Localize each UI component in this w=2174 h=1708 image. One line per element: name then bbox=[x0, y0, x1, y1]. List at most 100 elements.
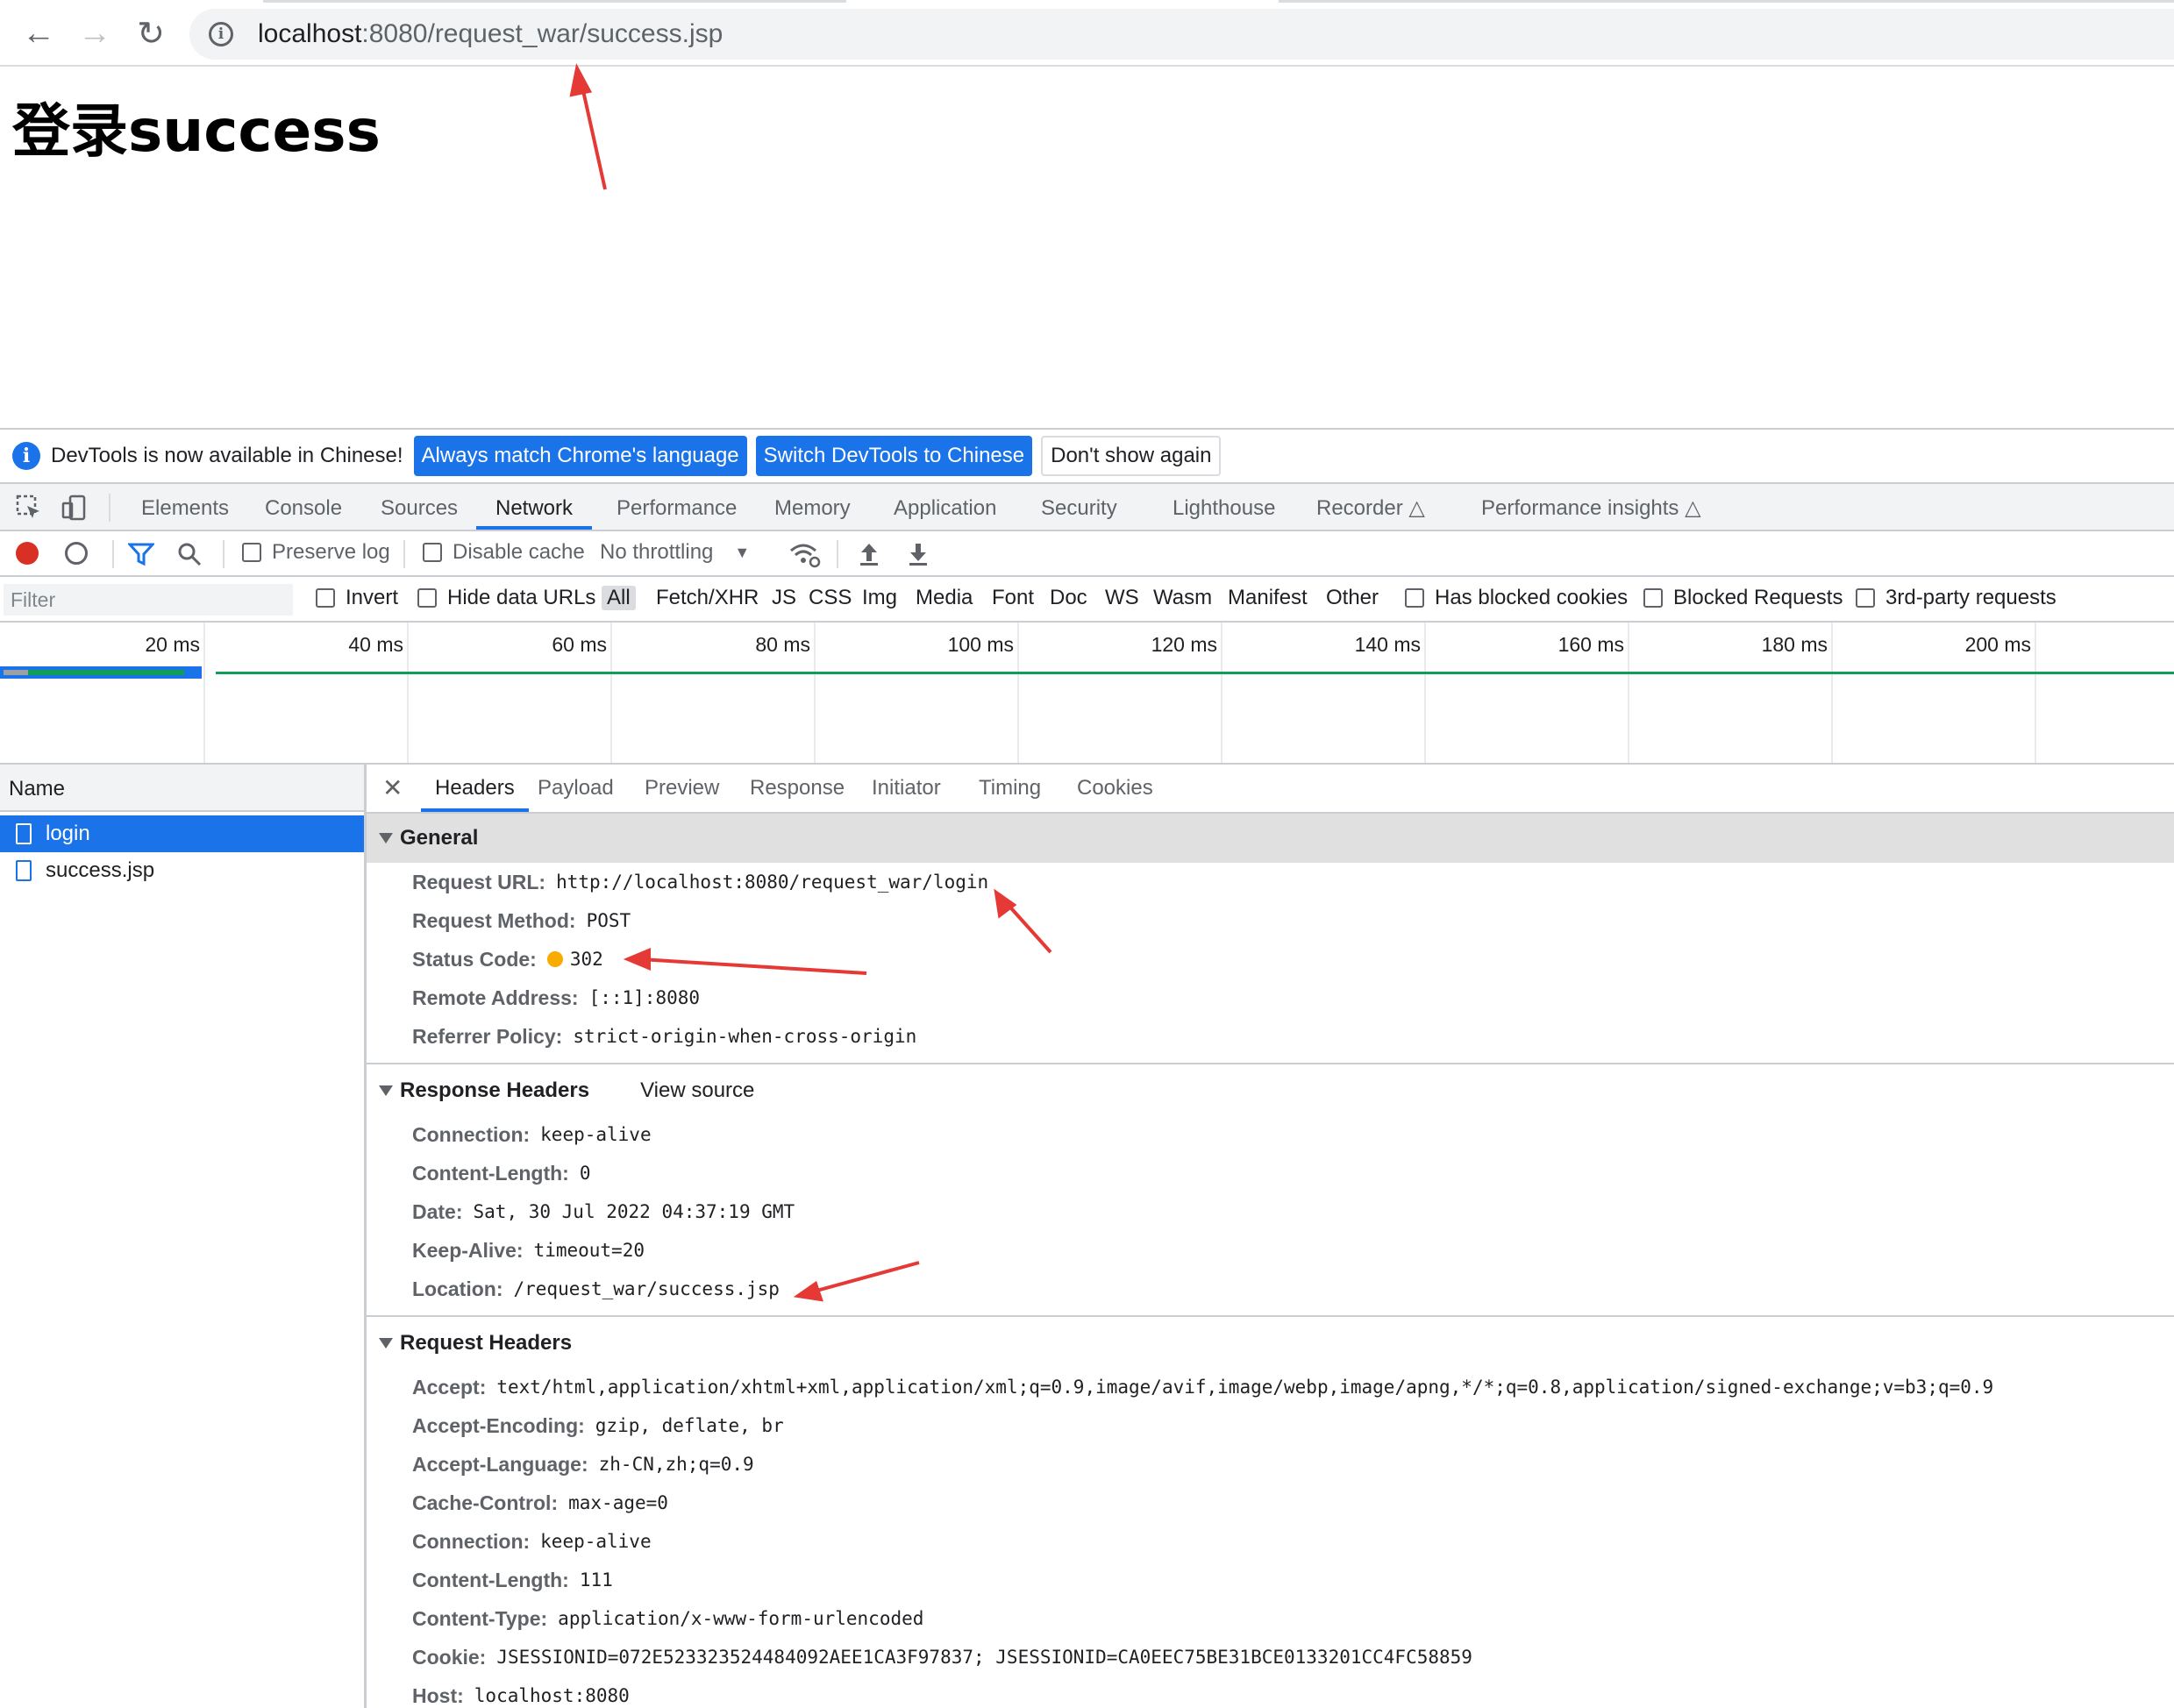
tab-recorder[interactable]: Recorder △ bbox=[1316, 484, 1425, 530]
import-har-icon[interactable] bbox=[858, 540, 880, 566]
request-row-login[interactable]: login bbox=[0, 815, 364, 852]
tab-headers[interactable]: Headers bbox=[421, 765, 529, 812]
tab-performance[interactable]: Performance bbox=[617, 484, 737, 530]
filter-type-css[interactable]: CSS bbox=[809, 586, 852, 610]
header-key: Accept-Language: bbox=[412, 1452, 588, 1476]
section-title: Response Headers bbox=[400, 1078, 590, 1102]
tab-security[interactable]: Security bbox=[1041, 484, 1117, 530]
filter-type-img[interactable]: Img bbox=[862, 586, 897, 610]
inspect-element-icon[interactable] bbox=[16, 495, 42, 521]
close-icon[interactable]: ✕ bbox=[382, 773, 403, 802]
devtools-panel: i DevTools is now available in Chinese! … bbox=[0, 428, 2174, 1708]
dont-show-again-button[interactable]: Don't show again bbox=[1041, 436, 1222, 476]
tab-console[interactable]: Console bbox=[265, 484, 342, 530]
tab-network[interactable]: Network bbox=[476, 484, 593, 530]
infobar-message: DevTools is now available in Chinese! bbox=[51, 444, 403, 467]
divider bbox=[367, 1315, 2174, 1317]
header-key: Referrer Policy: bbox=[412, 1024, 563, 1048]
checkbox-box bbox=[417, 588, 437, 608]
disable-cache-checkbox[interactable]: Disable cache bbox=[423, 540, 585, 565]
tab-cookies[interactable]: Cookies bbox=[1077, 765, 1153, 812]
reload-icon[interactable]: ↻ bbox=[130, 12, 172, 54]
tab-memory[interactable]: Memory bbox=[774, 484, 851, 530]
header-row: Status Code: 302 bbox=[367, 940, 2174, 979]
tab-lighthouse[interactable]: Lighthouse bbox=[1173, 484, 1275, 530]
general-section-header[interactable]: General bbox=[367, 814, 2174, 863]
filter-type-js[interactable]: JS bbox=[772, 586, 796, 610]
header-row: Content-Length: 0 bbox=[367, 1154, 2174, 1192]
request-headers-section-header[interactable]: Request Headers bbox=[367, 1319, 2174, 1368]
address-bar[interactable]: i localhost:8080/request_war/success.jsp bbox=[189, 9, 2174, 60]
annotation-arrow-url bbox=[579, 78, 607, 190]
always-match-language-button[interactable]: Always match Chrome's language bbox=[413, 436, 747, 476]
experiment-flask-icon: △ bbox=[1408, 496, 1425, 520]
tab-preview[interactable]: Preview bbox=[645, 765, 719, 812]
timeline-tick: 20 ms bbox=[145, 633, 200, 656]
network-conditions-icon[interactable] bbox=[789, 540, 821, 568]
checkbox-box bbox=[1405, 588, 1424, 608]
third-party-checkbox[interactable]: 3rd-party requests bbox=[1856, 586, 2056, 610]
preserve-log-checkbox[interactable]: Preserve log bbox=[242, 540, 390, 565]
forward-arrow-icon[interactable]: → bbox=[74, 12, 116, 54]
header-value: [::1]:8080 bbox=[588, 987, 701, 1008]
tab-elements[interactable]: Elements bbox=[141, 484, 229, 530]
site-info-icon[interactable]: i bbox=[209, 22, 233, 46]
device-toolbar-icon[interactable] bbox=[61, 495, 88, 521]
header-row: Accept: text/html,application/xhtml+xml,a… bbox=[367, 1368, 2174, 1406]
header-key: Status Code: bbox=[412, 947, 537, 971]
header-row: Cache-Control: max-age=0 bbox=[367, 1484, 2174, 1522]
divider bbox=[112, 540, 114, 568]
view-source-link[interactable]: View source bbox=[640, 1078, 754, 1103]
disable-cache-label: Disable cache bbox=[453, 540, 585, 564]
filter-type-other[interactable]: Other bbox=[1326, 586, 1379, 610]
search-icon[interactable] bbox=[177, 542, 202, 566]
throttling-select[interactable]: No throttling ▼ bbox=[600, 540, 750, 565]
header-key: Cookie: bbox=[412, 1645, 487, 1669]
filter-type-manifest[interactable]: Manifest bbox=[1228, 586, 1308, 610]
blocked-requests-checkbox[interactable]: Blocked Requests bbox=[1643, 586, 1843, 610]
network-toolbar: Preserve log Disable cache No throttling… bbox=[0, 531, 2174, 577]
url-text[interactable]: localhost:8080/request_war/success.jsp bbox=[258, 19, 723, 49]
clear-button[interactable] bbox=[65, 542, 88, 565]
has-blocked-cookies-checkbox[interactable]: Has blocked cookies bbox=[1405, 586, 1628, 610]
filter-type-doc[interactable]: Doc bbox=[1050, 586, 1087, 610]
tab-performance-insights[interactable]: Performance insights △ bbox=[1481, 484, 1701, 530]
filter-type-media[interactable]: Media bbox=[916, 586, 973, 610]
back-arrow-icon[interactable]: ← bbox=[18, 12, 60, 54]
timeline-tick: 60 ms bbox=[552, 633, 607, 656]
tab-application[interactable]: Application bbox=[894, 484, 996, 530]
network-overview-timeline[interactable]: 20 ms 40 ms 60 ms 80 ms 100 ms 120 ms 14… bbox=[0, 623, 2174, 765]
tab-timing[interactable]: Timing bbox=[979, 765, 1041, 812]
export-har-icon[interactable] bbox=[907, 540, 930, 566]
filter-type-font[interactable]: Font bbox=[992, 586, 1034, 610]
header-value: Sat, 30 Jul 2022 04:37:19 GMT bbox=[473, 1201, 795, 1222]
invert-checkbox[interactable]: Invert bbox=[316, 586, 398, 610]
request-bar-waiting bbox=[4, 670, 28, 675]
tab-payload[interactable]: Payload bbox=[538, 765, 614, 812]
filter-icon[interactable] bbox=[128, 542, 154, 566]
tab-initiator[interactable]: Initiator bbox=[872, 765, 941, 812]
filter-type-all[interactable]: All bbox=[602, 586, 636, 610]
browser-toolbar: ← → ↻ i localhost:8080/request_war/succe… bbox=[0, 0, 2174, 67]
tab-sources[interactable]: Sources bbox=[381, 484, 458, 530]
tab-response[interactable]: Response bbox=[750, 765, 845, 812]
response-headers-section-header[interactable]: Response Headers View source bbox=[367, 1066, 2174, 1115]
request-name: success.jsp bbox=[46, 858, 155, 882]
tab-strip-edge bbox=[263, 0, 846, 3]
record-button[interactable] bbox=[16, 542, 39, 565]
header-value: max-age=0 bbox=[568, 1492, 668, 1513]
request-row-success[interactable]: success.jsp bbox=[0, 852, 364, 889]
header-row: Request URL: http://localhost:8080/reques… bbox=[367, 863, 2174, 901]
section-title: Request Headers bbox=[400, 1331, 573, 1355]
name-column-header[interactable]: Name bbox=[0, 765, 364, 812]
filter-input[interactable]: Filter bbox=[4, 584, 293, 616]
checkbox-box bbox=[316, 588, 335, 608]
divider bbox=[223, 540, 225, 568]
header-key: Location: bbox=[412, 1277, 503, 1300]
filter-type-ws[interactable]: WS bbox=[1105, 586, 1139, 610]
hide-data-urls-checkbox[interactable]: Hide data URLs bbox=[417, 586, 595, 610]
filter-type-wasm[interactable]: Wasm bbox=[1153, 586, 1212, 610]
filter-type-fetch-xhr[interactable]: Fetch/XHR bbox=[656, 586, 759, 610]
header-value: strict-origin-when-cross-origin bbox=[573, 1026, 917, 1047]
switch-to-chinese-button[interactable]: Switch DevTools to Chinese bbox=[755, 436, 1033, 476]
